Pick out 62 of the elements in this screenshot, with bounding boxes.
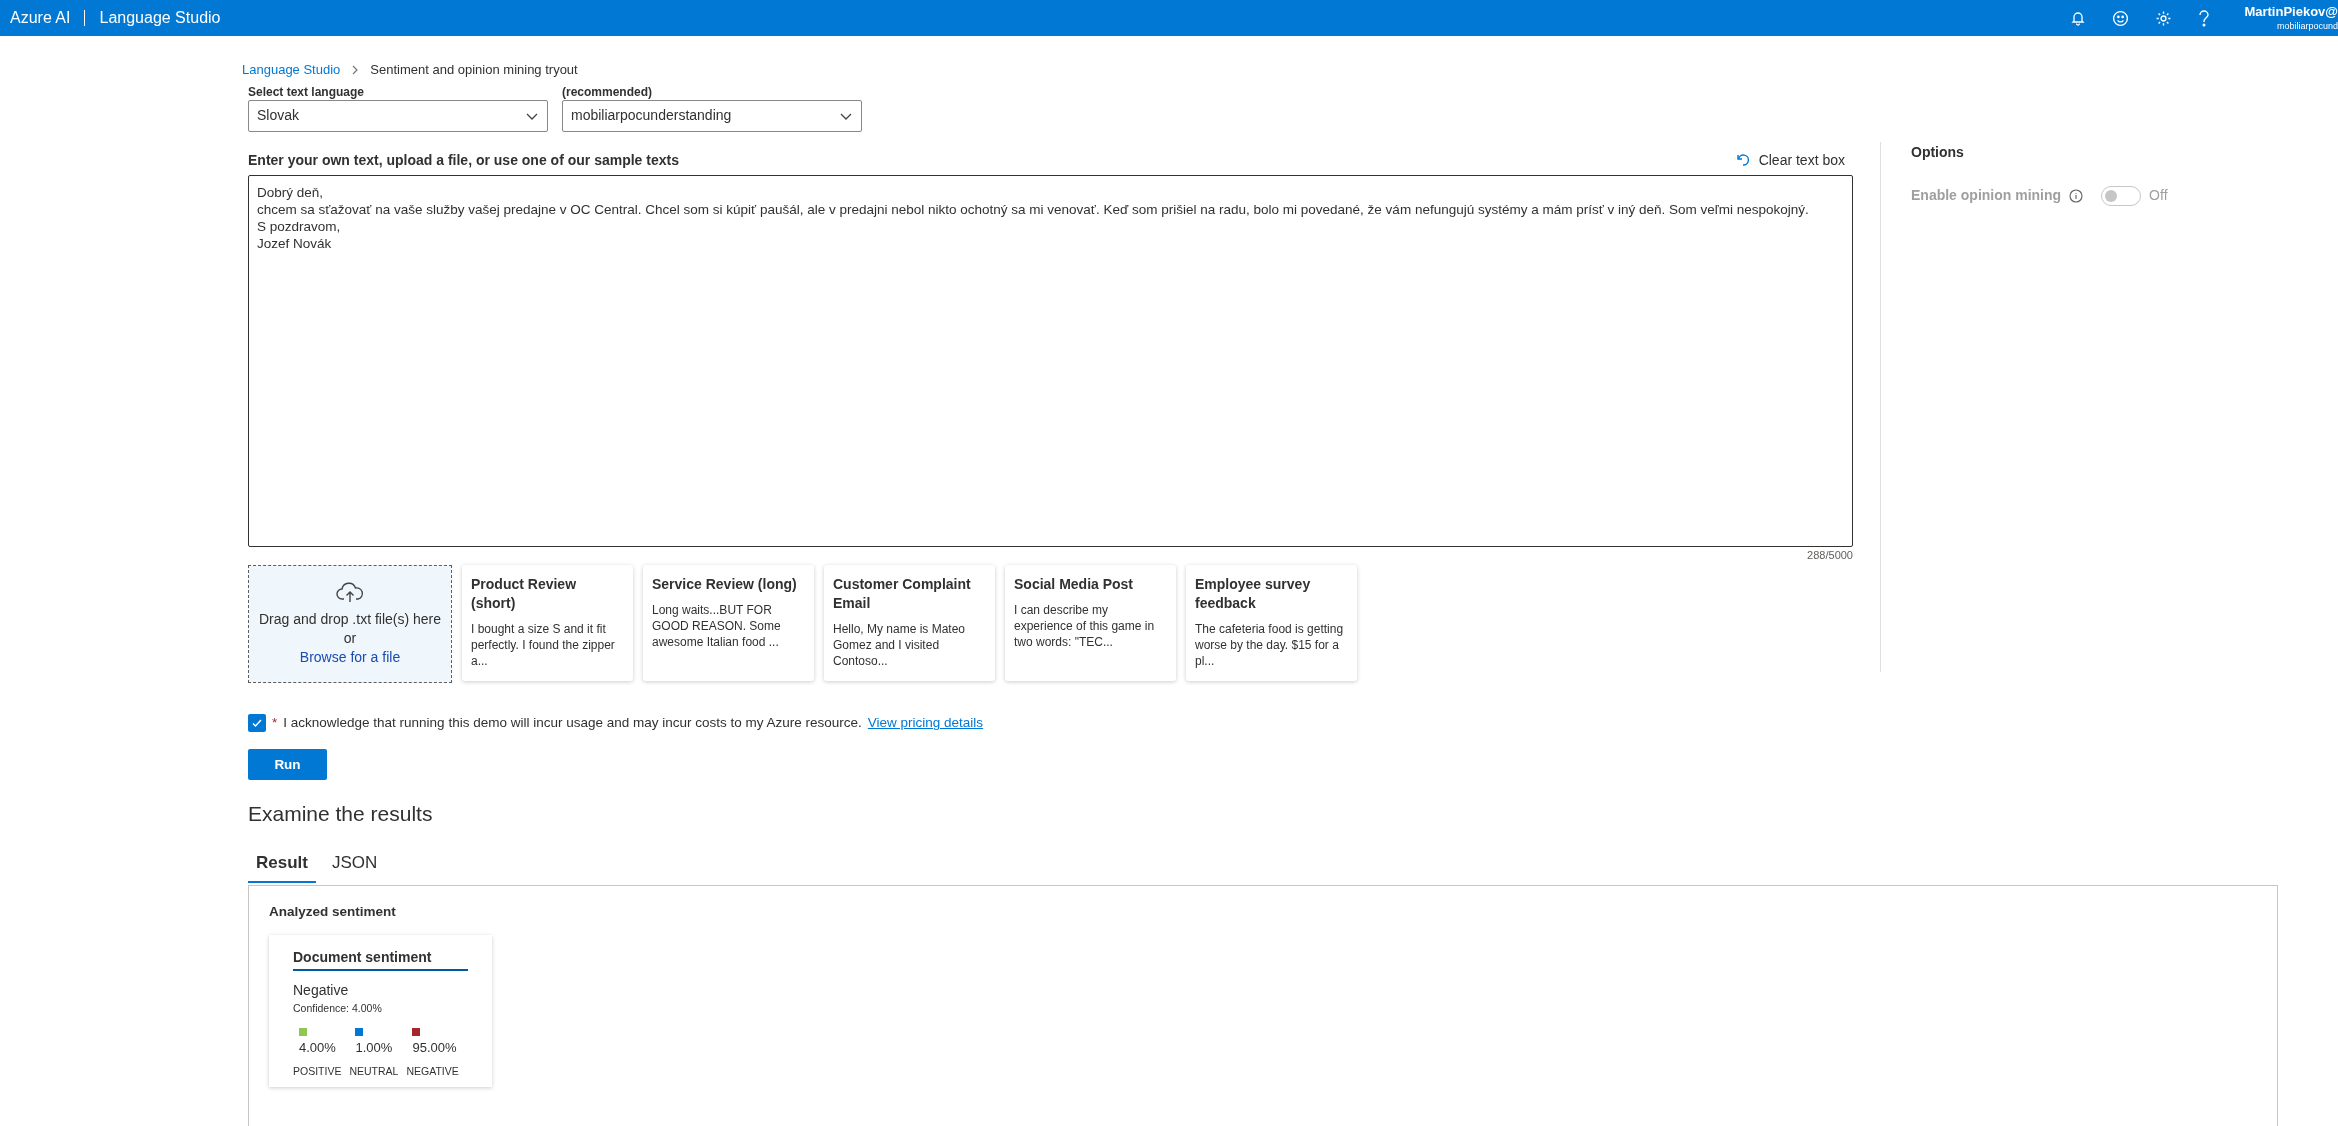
score-value: 1.00% (355, 1039, 393, 1058)
run-button[interactable]: Run (248, 749, 327, 781)
sample-title: Employee survey feedback (1195, 575, 1312, 613)
toggle-state: Off (2149, 186, 2168, 205)
score-label: NEGATIVE (406, 1063, 459, 1079)
sample-text: Long waits...BUT FOR GOOD REASON. Some awesome Italian food ... (652, 602, 782, 650)
or-text: or (343, 628, 357, 648)
upload-drop-zone[interactable]: Drag and drop .txt file(s) here or Browse for a file (248, 565, 452, 683)
sentiment-value: Negative (293, 980, 350, 1000)
character-counter: 288/5000 (1807, 547, 1853, 563)
breadcrumb-current: Sentiment and opinion mining tryout (370, 61, 578, 79)
sample-title: Service Review (long) (652, 575, 798, 594)
browse-link[interactable]: Browse for a file (299, 647, 401, 667)
sample-card[interactable]: Social Media Post I can describe my experience of this game in two words: "TEC... (1005, 565, 1176, 681)
results-heading: Examine the results (248, 801, 434, 828)
score-value: 4.00% (299, 1039, 336, 1058)
sample-card[interactable]: Employee survey feedback The cafeteria food is getting worse by the day. $15 for a pl... (1186, 565, 1357, 681)
text-input[interactable]: Dobrý deň, chcem sa sťažovať na vaše služby vašej predajne v OC Central. Chcel som si kúpiť paušál, ale v predajni nebol nikto ochotný sa mi venovať. Keď som prišiel na radu, bolo mi povedané, že vám nefungujú systémy a mám prísť v iný deň. Som veľmi nespokojný. S pozdravom, Jozef Novák (248, 174, 1853, 547)
clear-text-button[interactable]: Clear text box (1734, 149, 1845, 171)
dropdown[interactable]: Slovak (248, 99, 548, 132)
toggle-label: Enable opinion mining (1911, 186, 2062, 205)
acknowledge-checkbox[interactable] (248, 714, 266, 733)
user-organization: mobiliarpocund (2276, 20, 2338, 32)
sample-title: Social Media Post (1014, 575, 1135, 594)
score-value: 95.00% (412, 1039, 457, 1058)
confidence-text: Confidence: 4.00% (293, 1000, 383, 1016)
upload-instructions: Drag and drop .txt file(s) here (258, 609, 442, 629)
sample-title: Customer Complaint Email (833, 575, 972, 613)
user-name[interactable]: MartinPiekov@ (2244, 4, 2338, 21)
undo-icon (1734, 152, 1751, 168)
dropdown[interactable]: mobiliarpocunderstanding (562, 99, 862, 132)
info-icon[interactable] (2069, 188, 2084, 203)
score-label: POSITIVE (293, 1063, 342, 1079)
input-label: Enter your own text, upload a file, or use one of our sample texts (248, 150, 679, 170)
product-name[interactable]: Language Studio (99, 6, 221, 30)
results-tab[interactable]: JSON (323, 849, 386, 884)
required-mark: * (272, 714, 278, 732)
field-label: Select text language (248, 85, 366, 98)
sample-text: The cafeteria food is getting worse by the day. $15 for a pl... (1195, 621, 1345, 669)
card-title: Document sentiment (293, 946, 468, 971)
checkmark-icon (251, 717, 263, 730)
sample-card[interactable]: Customer Complaint Email Hello, My name is Mateo Gomez and I visited Contoso... (824, 565, 995, 681)
bell-icon[interactable] (2070, 10, 2087, 26)
section-title: Analyzed sentiment (269, 903, 397, 922)
sample-text: I bought a size S and it fit perfectly. I found the zipper a... (471, 621, 616, 669)
breadcrumb-link[interactable]: Language Studio (242, 60, 341, 80)
cloud-upload-icon (336, 581, 364, 604)
sample-text: Hello, My name is Mateo Gomez and I visited Contoso... (833, 621, 967, 669)
options-title: Options (1911, 143, 1965, 162)
brand-name[interactable]: Azure AI (0, 6, 71, 30)
help-icon[interactable] (2198, 9, 2211, 27)
sample-card[interactable]: Product Review (short) I bought a size S and it fit perfectly. I found the zipper a... (462, 565, 633, 681)
sample-title: Product Review (short) (471, 575, 578, 613)
sample-text: I can describe my experience of this game in two words: "TEC... (1014, 602, 1156, 650)
pricing-link[interactable]: View pricing details (867, 713, 984, 734)
acknowledge-text: I acknowledge that running this demo will incur usage and may incur costs to my Azure resource. (283, 714, 862, 732)
smiley-icon[interactable] (2112, 9, 2130, 27)
field-label: (recommended) (562, 85, 654, 98)
settings-icon[interactable] (2155, 9, 2173, 27)
sample-card[interactable]: Service Review (long) Long waits...BUT FOR GOOD REASON. Some awesome Italian food ... (643, 565, 814, 681)
score-label: NEUTRAL (349, 1063, 399, 1079)
results-tab[interactable]: Result (248, 849, 316, 884)
